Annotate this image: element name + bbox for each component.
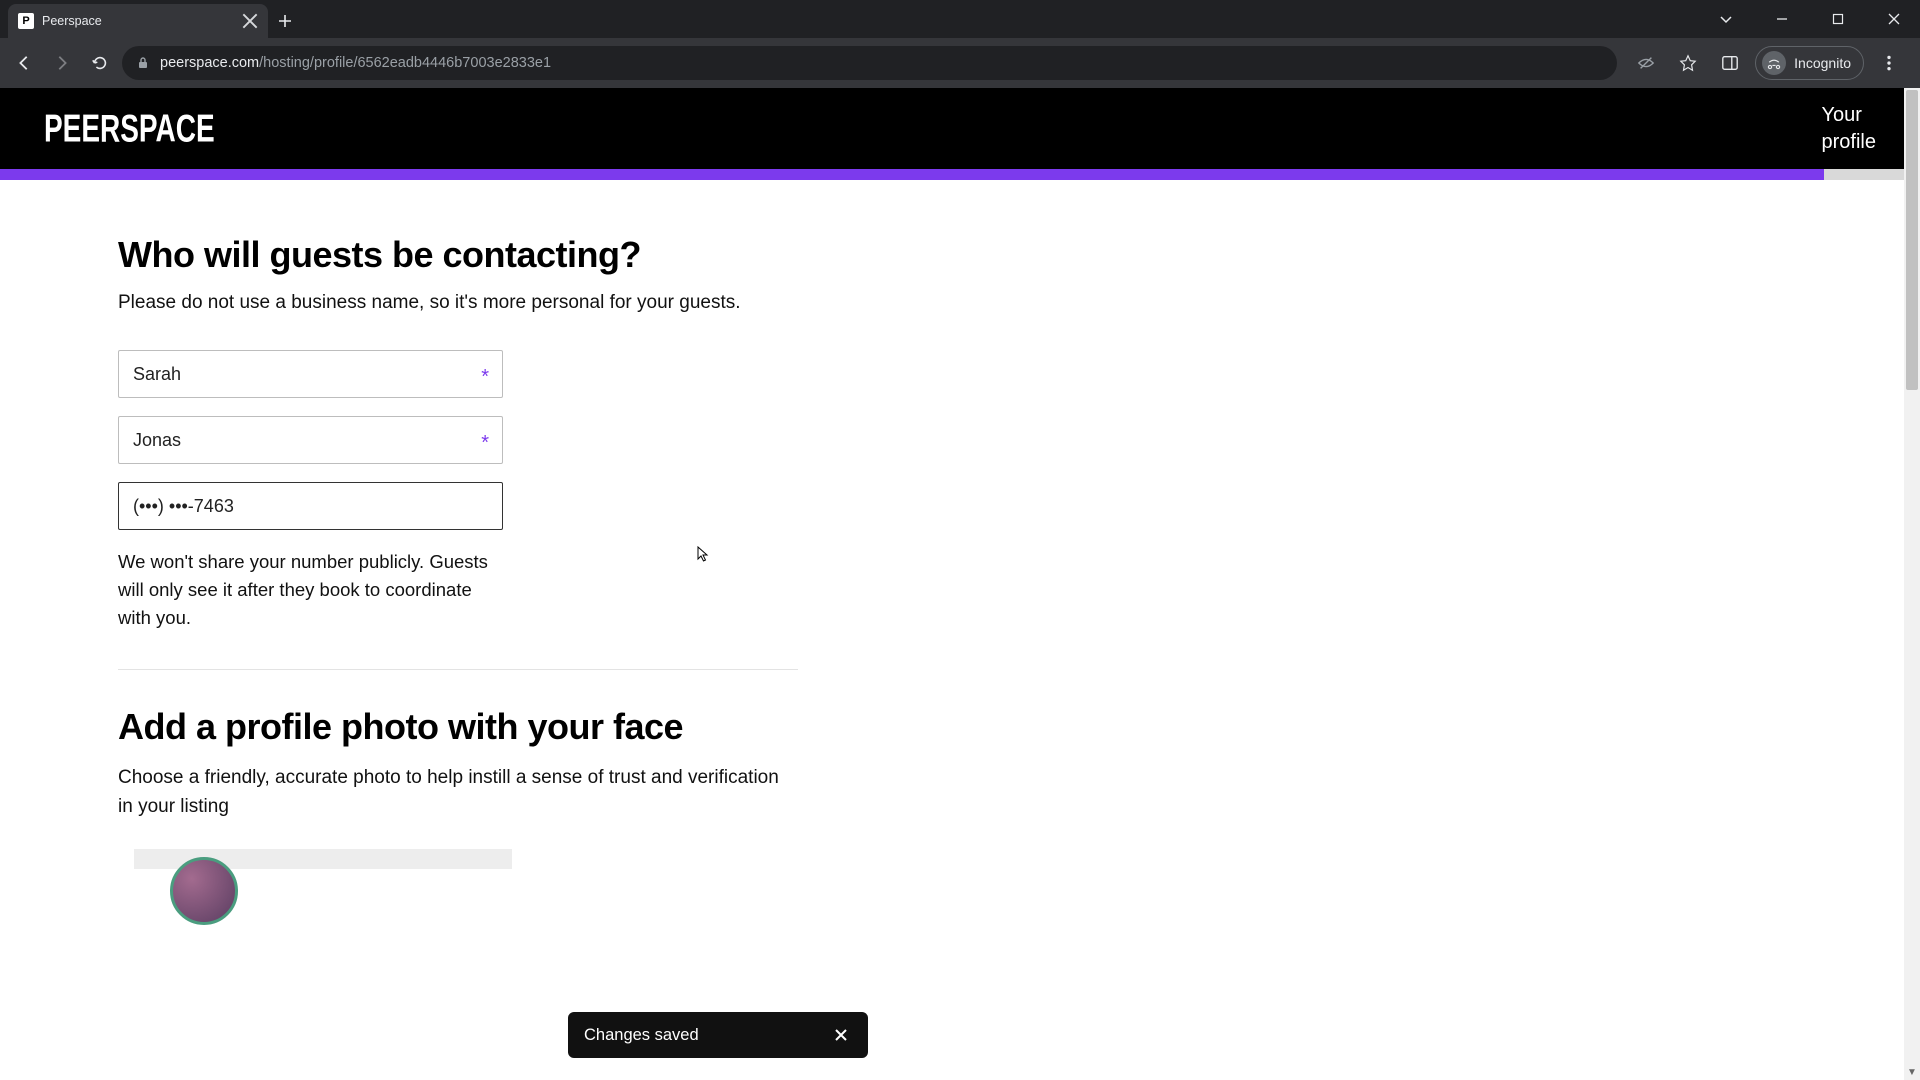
incognito-avatar-icon (1762, 51, 1786, 75)
browser-menu-button[interactable] (1872, 46, 1906, 80)
url-text: peerspace.com/hosting/profile/6562eadb44… (160, 55, 551, 71)
first-name-input[interactable] (118, 350, 503, 398)
window-close-button[interactable] (1872, 4, 1916, 34)
last-name-input[interactable] (118, 416, 503, 464)
contact-heading: Who will guests be contacting? (118, 234, 800, 276)
your-profile-line2: profile (1822, 129, 1876, 156)
your-profile-link[interactable]: Your profile (1822, 102, 1876, 156)
plus-icon (278, 14, 292, 28)
maximize-icon (1832, 13, 1844, 25)
scrollbar[interactable]: ▲ ▼ (1904, 88, 1920, 1080)
close-icon (242, 13, 258, 29)
first-name-field-wrap: * (118, 350, 503, 398)
toast-close-button[interactable] (830, 1024, 852, 1046)
profile-button[interactable]: Incognito (1755, 46, 1864, 80)
tab-favicon: P (18, 13, 34, 29)
toolbar-right: Incognito (1623, 46, 1912, 80)
tab-close-button[interactable] (242, 13, 258, 29)
scrollbar-thumb[interactable] (1906, 90, 1918, 390)
window-minimize-button[interactable] (1760, 4, 1804, 34)
scroll-down-arrow-icon[interactable]: ▼ (1904, 1064, 1920, 1080)
window-controls (1704, 4, 1920, 38)
page-viewport: PEERSPACE Your profile Who will guests b… (0, 88, 1920, 1080)
new-tab-button[interactable] (268, 4, 302, 38)
phone-input[interactable] (118, 482, 503, 530)
window-maximize-button[interactable] (1816, 4, 1860, 34)
close-icon (1888, 13, 1900, 25)
main-content: Who will guests be contacting? Please do… (0, 180, 800, 869)
nav-back-button[interactable] (8, 47, 40, 79)
kebab-icon (1880, 54, 1898, 72)
minimize-icon (1776, 13, 1788, 25)
eye-off-icon (1637, 54, 1655, 72)
toast-message: Changes saved (584, 1026, 699, 1045)
incognito-indicator-icon[interactable] (1629, 46, 1663, 80)
photo-dropzone[interactable] (134, 849, 512, 869)
site-logo[interactable]: PEERSPACE (44, 106, 215, 151)
lock-icon (136, 56, 150, 70)
side-panel-button[interactable] (1713, 46, 1747, 80)
browser-toolbar: peerspace.com/hosting/profile/6562eadb44… (0, 38, 1920, 88)
nav-reload-button[interactable] (84, 47, 116, 79)
progress-bar (0, 169, 1920, 180)
arrow-left-icon (15, 54, 33, 72)
profile-photo-preview[interactable] (170, 857, 238, 925)
bookmark-button[interactable] (1671, 46, 1705, 80)
browser-tab[interactable]: P Peerspace (8, 4, 268, 38)
your-profile-line1: Your (1822, 102, 1876, 129)
panel-icon (1721, 54, 1739, 72)
nav-forward-button[interactable] (46, 47, 78, 79)
address-bar[interactable]: peerspace.com/hosting/profile/6562eadb44… (122, 46, 1617, 80)
last-name-field-wrap: * (118, 416, 503, 464)
tab-search-button[interactable] (1704, 4, 1748, 34)
toast-notification: Changes saved (568, 1012, 868, 1058)
tab-title: Peerspace (42, 14, 234, 28)
reload-icon (91, 54, 109, 72)
photo-subtitle: Choose a friendly, accurate photo to hel… (118, 764, 798, 821)
close-icon (834, 1028, 848, 1042)
chevron-down-icon (1719, 12, 1733, 26)
incognito-label: Incognito (1794, 55, 1851, 71)
arrow-right-icon (53, 54, 71, 72)
section-divider (118, 669, 798, 670)
star-icon (1679, 54, 1697, 72)
progress-fill (0, 169, 1824, 180)
site-header: PEERSPACE Your profile (0, 88, 1920, 169)
phone-field-wrap (118, 482, 503, 530)
phone-help-text: We won't share your number publicly. Gue… (118, 548, 508, 631)
photo-heading: Add a profile photo with your face (118, 706, 800, 748)
browser-chrome: P Peerspace (0, 0, 1920, 88)
contact-subtitle: Please do not use a business name, so it… (118, 292, 800, 314)
tab-bar: P Peerspace (0, 0, 1920, 38)
